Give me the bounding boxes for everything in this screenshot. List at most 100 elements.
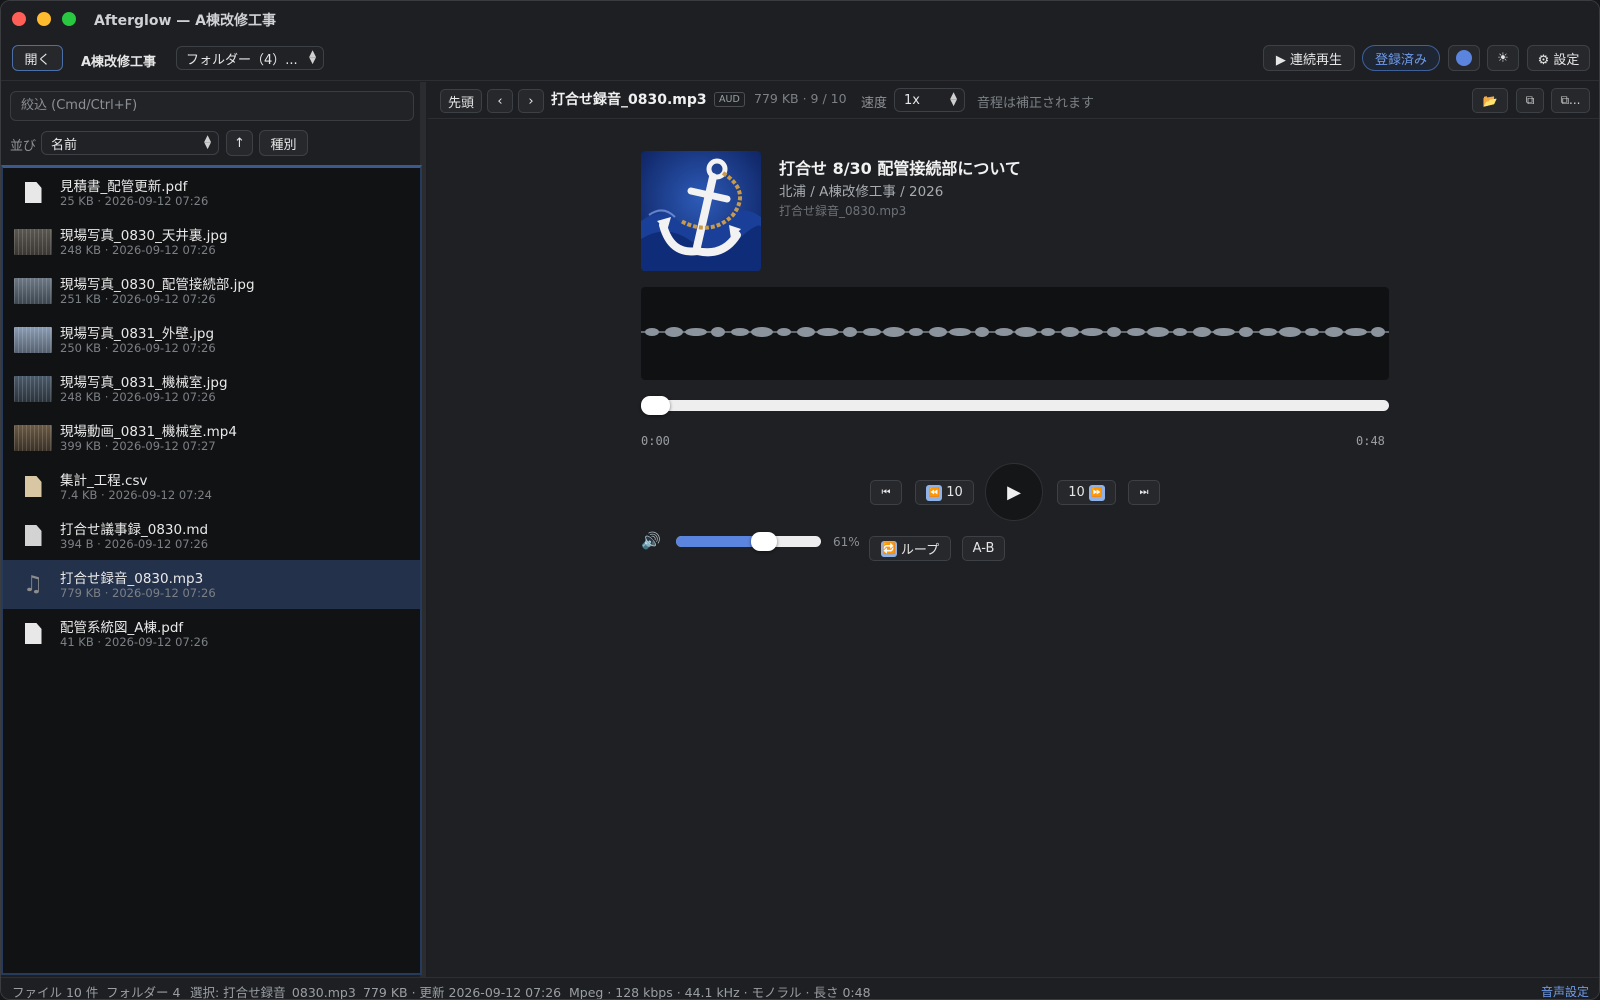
first-file-button[interactable]: 先頭 [440,89,482,113]
file-list-item[interactable]: 現場写真_0830_配管接続部.jpg 251 KB · 2026-09-12 0… [3,266,420,315]
waveform-segment [777,328,791,336]
sort-select-value: 名前 [51,137,78,153]
seek-bar[interactable] [641,396,1389,415]
file-list: 見積書_配管更新.pdf 25 KB · 2026-09-12 07:26 現場写真… [1,165,422,975]
file-list-item[interactable]: 現場写真_0831_外壁.jpg 250 KB · 2026-09-12 07:2… [3,315,420,364]
volume-icon[interactable]: 🔊 [641,531,661,550]
photo-thumbnail [14,375,52,402]
seek-thumb[interactable] [641,396,670,415]
speed-label: 速度 [861,96,888,111]
csv-icon [24,476,42,497]
skip-to-end-button[interactable]: ⏭ [1128,480,1160,505]
waveform-segment [1061,327,1079,337]
forward-10-button[interactable]: 10 ⏩ [1057,480,1116,505]
open-folder-button[interactable]: 📂 [1472,88,1508,113]
waveform-segment [995,328,1013,336]
play-button[interactable]: ▶ [985,463,1043,521]
window-title: Afterglow — A棟改修工事 [94,13,276,29]
theme-toggle-button[interactable]: ☀ [1487,45,1519,71]
sort-label: 並び [10,139,37,154]
waveform-segment [1345,328,1367,336]
file-list-item[interactable]: 打合せ議事録_0830.md 394 B · 2026-09-12 07:26 [3,511,420,560]
maximize-window-button[interactable] [62,12,76,26]
close-window-button[interactable] [12,12,26,26]
file-meta: 779 KB · 2026-09-12 07:26 [60,586,216,600]
rewind-10-button[interactable]: ⏪ 10 [915,480,974,505]
title-bar: Afterglow — A棟改修工事 [1,1,1599,37]
forward-icon: ⏩ [1088,484,1105,501]
file-icon [14,620,52,647]
waveform-segment [797,327,815,337]
filter-input[interactable]: 絞込 (Cmd/Ctrl+F) [10,91,414,121]
settings-button[interactable]: ⚙ 設定 [1527,45,1590,71]
waveform-segment [645,328,659,336]
waveform-segment [711,327,725,337]
loop-button[interactable]: 🔁 ループ [869,536,951,561]
file-meta: 41 KB · 2026-09-12 07:26 [60,635,209,649]
file-icon: ♫ [14,571,52,598]
audio-settings-link[interactable]: 音声設定 [1541,983,1589,999]
file-name: 現場写真_0831_機械室.jpg [60,375,228,391]
current-time: 0:00 [641,434,670,448]
registered-button[interactable]: 登録済み [1362,45,1440,71]
file-meta: 7.4 KB · 2026-09-12 07:24 [60,488,212,502]
waveform[interactable] [641,287,1389,380]
file-name: 配管系統図_A棟.pdf [60,620,184,636]
waveform-segment [863,328,881,336]
file-list-item[interactable]: 現場写真_0830_天井裏.jpg 248 KB · 2026-09-12 07:… [3,217,420,266]
folder-select[interactable]: フォルダー（4）... ▲ ▼ [176,46,324,70]
preview-meta: 779 KB · 9 / 10 [754,91,847,106]
photo-thumbnail [14,277,52,304]
waveform-segment [1015,327,1037,337]
next-file-button[interactable]: › [518,89,544,113]
file-list-item[interactable]: 集計_工程.csv 7.4 KB · 2026-09-12 07:24 [3,462,420,511]
loop-icon: 🔁 [880,540,897,557]
file-meta: 399 KB · 2026-09-12 07:27 [60,439,216,453]
minimize-window-button[interactable] [37,12,51,26]
track-artist: 北浦 / A棟改修工事 / 2026 [779,184,944,200]
file-icon [14,522,52,549]
file-meta: 248 KB · 2026-09-12 07:26 [60,390,216,404]
pdf-icon [24,623,42,644]
play-icon: ▶ [1007,481,1021,503]
kind-sort-button[interactable]: 種別 [259,130,308,156]
file-icon [14,473,52,500]
waveform-segment [1371,327,1385,337]
waveform-segment [1173,328,1187,336]
sort-direction-button[interactable]: ↑ [226,130,253,156]
track-title: 打合せ 8/30 配管接続部について [779,159,1021,178]
file-list-item[interactable]: 配管系統図_A棟.pdf 41 KB · 2026-09-12 07:26 [3,609,420,658]
copy-button[interactable]: ⧉ [1516,88,1544,113]
skip-to-start-button[interactable]: ⏮ [870,480,902,505]
volume-thumb[interactable] [751,532,778,551]
file-meta: 394 B · 2026-09-12 07:26 [60,537,209,551]
waveform-segment [1213,328,1235,336]
ab-repeat-button[interactable]: A-B [962,536,1005,561]
volume-slider[interactable] [676,532,821,551]
waveform-segment [883,327,905,337]
previous-file-button[interactable]: ‹ [487,89,513,113]
file-thumbnail [14,375,52,402]
waveform-segment [1193,327,1211,337]
copy-more-button[interactable]: ⧉... [1551,88,1590,113]
file-name: 打合せ議事録_0830.md [60,522,209,538]
file-list-item[interactable]: ♫ 打合せ録音_0830.mp3 779 KB · 2026-09-12 07:26 [3,560,420,609]
waveform-segment [1127,328,1145,336]
speed-select-value: 1x [904,92,920,108]
volume-percent: 61% [833,535,860,549]
file-sidebar: 絞込 (Cmd/Ctrl+F) 並び 名前 ▲ ▼ ↑ 種別 見積書_配管更新.p… [1,82,426,977]
file-list-item[interactable]: 見積書_配管更新.pdf 25 KB · 2026-09-12 07:26 [3,168,420,217]
file-list-item[interactable]: 現場写真_0831_機械室.jpg 248 KB · 2026-09-12 07:… [3,364,420,413]
file-name: 現場動画_0831_機械室.mp4 [60,424,237,440]
speed-select[interactable]: 1x ▲ ▼ [894,88,965,112]
accent-color-button[interactable] [1448,45,1480,71]
file-name: 現場写真_0830_配管接続部.jpg [60,277,255,293]
continuous-play-button[interactable]: ▶ 連続再生 [1263,45,1355,71]
sort-select[interactable]: 名前 ▲ ▼ [41,131,219,155]
file-type-badge: AUD [714,92,745,107]
status-selection: 選択: 打合せ録音_0830.mp3 [190,985,356,1000]
photo-thumbnail [14,326,52,353]
file-thumbnail [14,228,52,255]
open-button[interactable]: 開く [12,45,63,71]
file-list-item[interactable]: 現場動画_0831_機械室.mp4 399 KB · 2026-09-12 07:… [3,413,420,462]
